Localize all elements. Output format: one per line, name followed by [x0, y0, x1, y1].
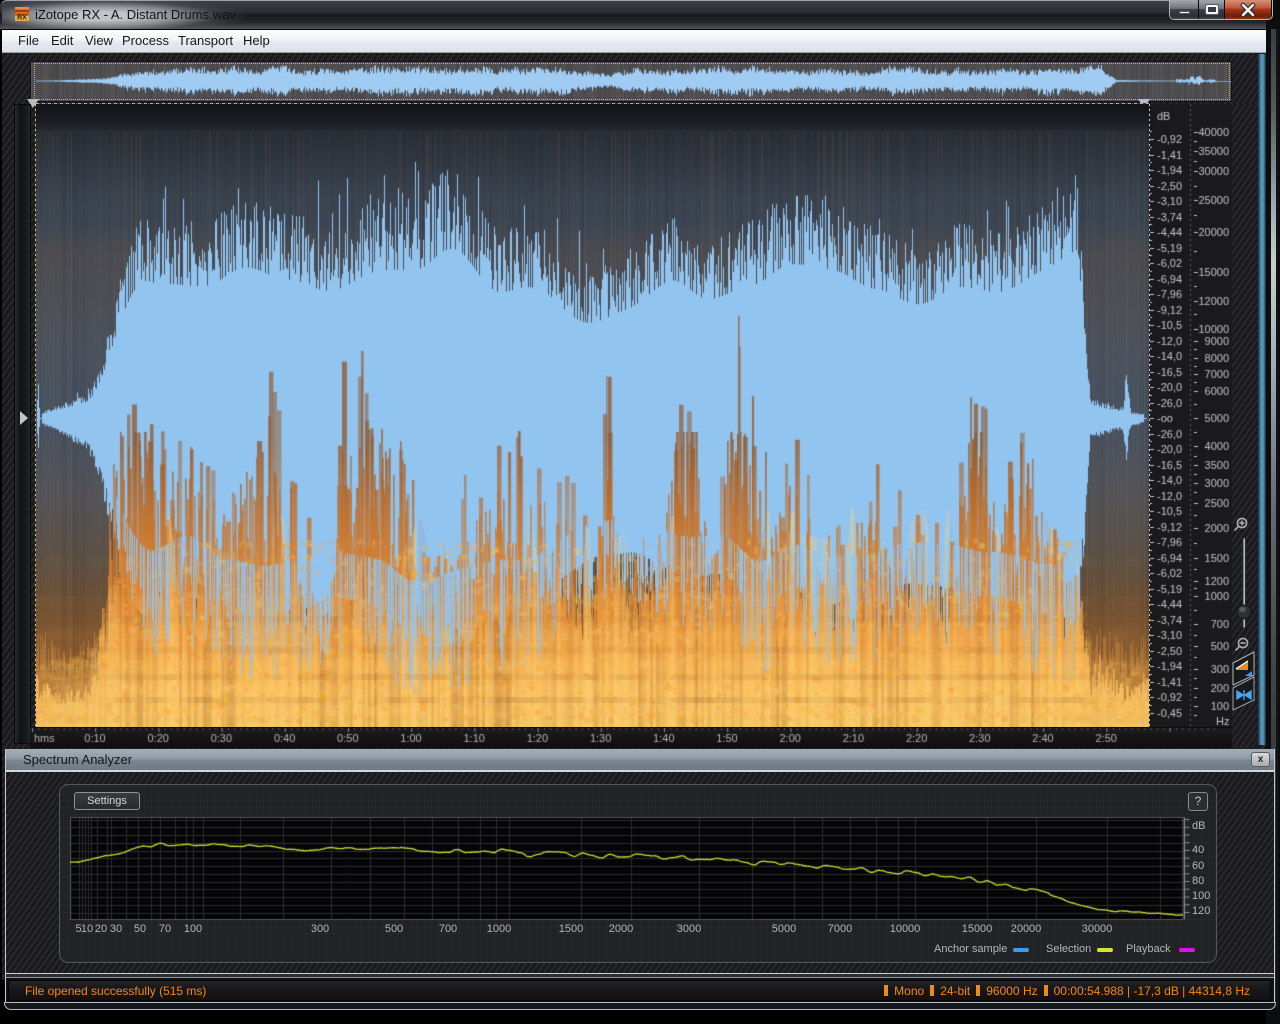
- svg-text:RX: RX: [17, 15, 27, 22]
